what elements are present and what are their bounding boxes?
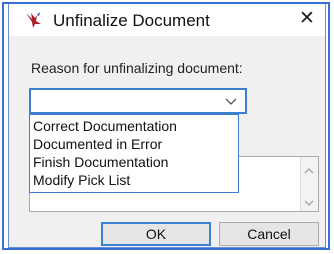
reason-dropdown[interactable] bbox=[29, 88, 247, 114]
close-icon: ✕ bbox=[299, 8, 315, 29]
ok-button[interactable]: OK bbox=[101, 222, 211, 246]
cancel-button[interactable]: Cancel bbox=[219, 222, 319, 246]
option-modify-pick-list[interactable]: Modify Pick List bbox=[30, 171, 238, 189]
scroll-up-arrow-icon[interactable] bbox=[303, 163, 315, 174]
app-logo-icon bbox=[23, 9, 45, 31]
option-finish-documentation[interactable]: Finish Documentation bbox=[30, 153, 238, 171]
dialog-title: Unfinalize Document bbox=[53, 11, 210, 30]
title-bar: Unfinalize Document ✕ bbox=[9, 4, 325, 36]
option-correct-documentation[interactable]: Correct Documentation bbox=[30, 117, 238, 135]
reason-label: Reason for unfinalizing document: bbox=[31, 60, 243, 76]
vertical-scrollbar[interactable] bbox=[300, 157, 318, 211]
option-documented-in-error[interactable]: Documented in Error bbox=[30, 135, 238, 153]
scroll-down-arrow-icon[interactable] bbox=[303, 195, 315, 206]
reason-options-list: Correct Documentation Documented in Erro… bbox=[29, 114, 239, 193]
unfinalize-dialog: Unfinalize Document ✕ Reason for unfinal… bbox=[8, 4, 326, 248]
chevron-down-icon[interactable] bbox=[223, 92, 239, 110]
close-button[interactable]: ✕ bbox=[295, 7, 319, 31]
